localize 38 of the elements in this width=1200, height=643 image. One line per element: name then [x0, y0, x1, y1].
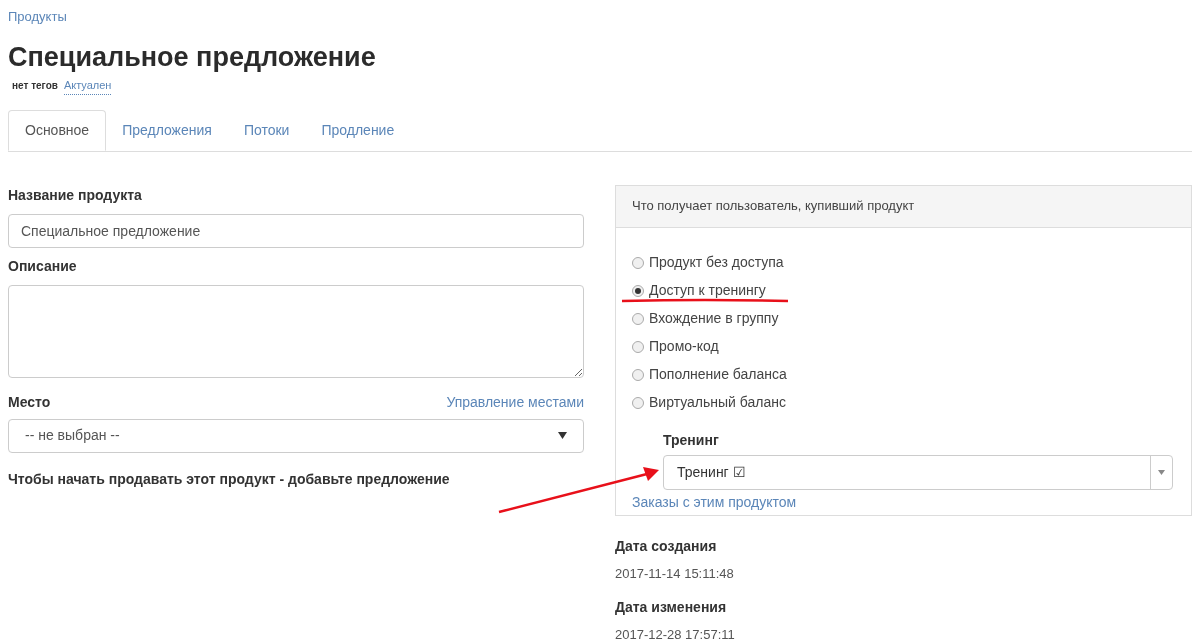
manage-places-link[interactable]: Управление местами	[446, 391, 584, 413]
radio-button[interactable]	[632, 340, 644, 353]
caret-icon	[1158, 469, 1165, 475]
place-select[interactable]: -- не выбран --	[8, 418, 584, 453]
breadcrumb-link[interactable]: Продукты	[8, 9, 67, 24]
training-select[interactable]: Тренинг ☑	[663, 454, 1173, 490]
tab[interactable]: Предложения	[106, 109, 228, 151]
radio-label: Продукт без доступа	[649, 253, 784, 272]
date-label: Дата создания	[615, 536, 718, 556]
radio-label: Доступ к тренингу	[649, 281, 766, 300]
radio-label: Пополнение баланса	[649, 365, 787, 384]
tab[interactable]: Основное	[8, 109, 107, 151]
tab[interactable]: Потоки	[227, 109, 306, 151]
page-title: Специальное предложение	[8, 41, 377, 74]
status-link[interactable]: Актуален	[63, 77, 112, 95]
field-label: Название продукта	[8, 185, 143, 205]
orders-link[interactable]: Заказы с этим продуктом	[632, 493, 797, 510]
field-label: Место	[8, 392, 51, 412]
radio-label: Виртуальный баланс	[649, 393, 786, 412]
panel-header: Что получает пользователь, купивший продукт	[616, 185, 1191, 228]
date-value: 2017-11-14 15:11:48	[615, 564, 735, 583]
radio-button[interactable]	[632, 256, 644, 269]
radio-label: Вхождение в группу	[649, 309, 779, 328]
radio-button[interactable]	[632, 284, 644, 297]
radio-button[interactable]	[632, 312, 644, 325]
field-label: Тренинг	[663, 430, 720, 450]
tab[interactable]: Продление	[305, 109, 411, 151]
description-field[interactable]	[8, 284, 584, 378]
caret-icon	[558, 432, 567, 439]
date-value: 2017-12-28 17:57:11	[615, 626, 736, 643]
radio-label: Промо-код	[649, 337, 719, 356]
field-label: Описание	[8, 256, 78, 276]
radio-button[interactable]	[632, 368, 644, 381]
date-label: Дата изменения	[615, 598, 728, 617]
notice-text: Чтобы начать продавать этот продукт - добавьте предложение	[8, 469, 451, 489]
product-name-field[interactable]: Специальное предложение	[8, 213, 584, 248]
radio-button[interactable]	[632, 396, 644, 409]
tags-label: нет тегов	[12, 79, 58, 94]
